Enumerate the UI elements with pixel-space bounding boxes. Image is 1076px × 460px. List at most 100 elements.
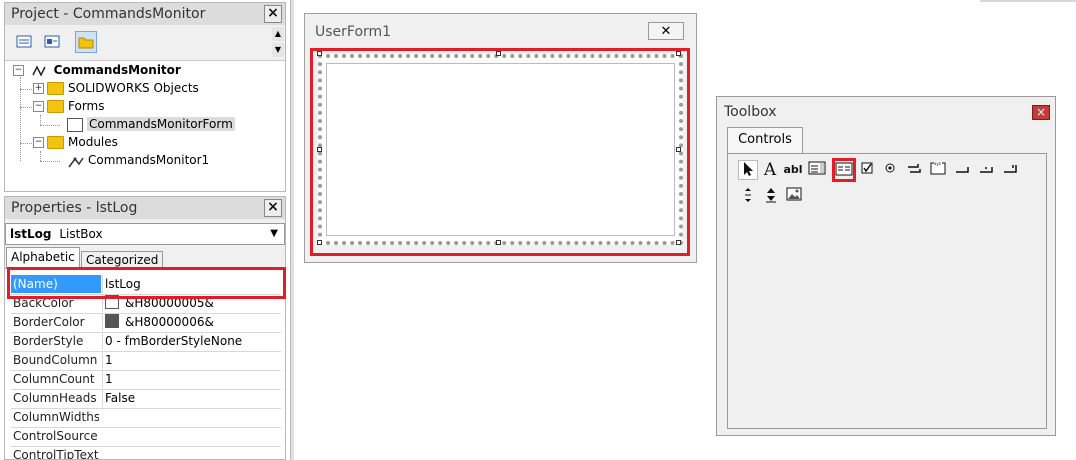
property-value[interactable]: &H80000006& [102, 313, 281, 331]
pointer-tool[interactable] [738, 160, 758, 180]
property-name: ColumnCount [13, 372, 95, 386]
userform-design-surface[interactable] [318, 54, 683, 245]
property-name: ColumnHeads [13, 391, 97, 405]
resize-handle[interactable] [496, 51, 501, 56]
image-tool[interactable] [784, 186, 804, 206]
workspace-edge [980, 0, 1076, 2]
close-icon: ✕ [660, 24, 672, 39]
view-object-icon [44, 35, 60, 48]
frame-tool[interactable]: xyz [928, 160, 948, 180]
property-value[interactable]: 1 [102, 351, 281, 369]
listbox-control[interactable] [326, 63, 675, 236]
scrollbar-tool[interactable] [738, 186, 758, 206]
chevron-down-icon[interactable]: ▼ [270, 224, 278, 244]
svg-text:xyz: xyz [934, 161, 941, 166]
tabstrip-tool[interactable] [976, 160, 996, 180]
userform-icon [67, 117, 83, 132]
tab-alphabetic-label: Alphabetic [11, 250, 75, 264]
scrollbar-icon [745, 188, 751, 202]
property-row-columnheads[interactable]: ColumnHeads False [11, 389, 281, 409]
tree-module-item-label: CommandsMonitor1 [88, 153, 210, 167]
property-name: BorderStyle [13, 334, 84, 348]
tab-controls-label: Controls [738, 132, 792, 147]
collapse-icon[interactable]: − [33, 137, 44, 148]
object-name: lstLog [10, 227, 52, 241]
property-value[interactable]: 1 [102, 370, 281, 388]
expand-icon[interactable]: + [33, 83, 44, 94]
resize-handle[interactable] [317, 147, 322, 152]
property-row-borderstyle[interactable]: BorderStyle 0 - fmBorderStyleNone [11, 332, 281, 352]
tree-root-label: CommandsMonitor [53, 63, 181, 77]
property-row-bordercolor[interactable]: BorderColor &H80000006& [11, 313, 281, 333]
optionbutton-icon [885, 163, 895, 173]
property-row-columnwidths[interactable]: ColumnWidths [11, 408, 281, 428]
property-name: BorderColor [13, 315, 85, 329]
property-value[interactable]: False [102, 389, 281, 407]
tab-controls[interactable]: Controls [727, 127, 803, 153]
view-code-button[interactable] [13, 31, 35, 53]
commandbutton-icon [956, 167, 969, 173]
tree-solidworks-objects[interactable]: + SOLIDWORKS Objects [33, 79, 199, 97]
object-selector[interactable]: lstLog ListBox ▼ [5, 223, 285, 245]
togglebutton-tool[interactable] [904, 160, 924, 180]
listbox-icon [835, 162, 853, 176]
toolbox-title: Toolbox [724, 104, 777, 120]
object-type: ListBox [59, 227, 103, 241]
project-title-text: Project - CommandsMonitor [11, 6, 206, 22]
textbox-tool[interactable]: abl [783, 160, 803, 180]
tree-modules-label: Modules [68, 135, 118, 149]
tree-solidworks-objects-label: SOLIDWORKS Objects [68, 81, 199, 95]
multipage-tool[interactable] [1000, 160, 1020, 180]
commandbutton-tool[interactable] [952, 160, 972, 180]
pane-splitter[interactable] [290, 0, 294, 460]
toggle-folders-button[interactable] [75, 31, 97, 53]
toolbox-controls-page: A abl xyz [727, 153, 1047, 429]
checkbox-tool[interactable] [858, 160, 878, 180]
textbox-icon: abl [783, 163, 803, 176]
tree-modules[interactable]: − Modules [33, 133, 118, 151]
userform-close-button[interactable]: ✕ [648, 22, 684, 40]
optionbutton-tool[interactable] [881, 160, 901, 180]
property-value[interactable]: 0 - fmBorderStyleNone [102, 332, 281, 350]
spinbutton-tool[interactable] [761, 186, 781, 206]
resize-handle[interactable] [496, 240, 501, 245]
tree-root[interactable]: − CommandsMonitor [13, 61, 181, 79]
view-object-button[interactable] [41, 31, 63, 53]
listbox-tool[interactable] [832, 158, 856, 182]
property-row-boundcolumn[interactable]: BoundColumn 1 [11, 351, 281, 371]
property-name: ColumnWidths [13, 410, 99, 424]
resize-handle[interactable] [317, 51, 322, 56]
property-value-text: &H80000006& [125, 315, 214, 329]
collapse-icon[interactable]: − [33, 101, 44, 112]
label-icon: A [763, 160, 777, 180]
resize-handle[interactable] [676, 147, 681, 152]
togglebutton-icon [908, 164, 921, 173]
tree-forms[interactable]: − Forms [33, 97, 104, 115]
resize-handle[interactable] [676, 240, 681, 245]
tree-module-item[interactable]: CommandsMonitor1 [67, 151, 209, 169]
userform-window: UserForm1 ✕ [304, 13, 697, 263]
project-scroll-down[interactable]: ▼ [272, 43, 284, 57]
toggle-folders-icon [78, 37, 94, 49]
combobox-tool[interactable] [807, 160, 827, 180]
property-row-controlsource[interactable]: ControlSource [11, 427, 281, 447]
project-scroll-up[interactable]: ▲ [272, 27, 284, 41]
multipage-icon [1004, 165, 1017, 173]
userform-title: UserForm1 [315, 24, 392, 40]
toolbox-close-button[interactable]: × [1032, 105, 1050, 120]
resize-handle[interactable] [676, 51, 681, 56]
label-tool[interactable]: A [760, 160, 780, 180]
tab-categorized-label: Categorized [86, 253, 159, 267]
tree-form-item-label: CommandsMonitorForm [87, 117, 235, 131]
property-row-controltiptext[interactable]: ControlTipText [11, 446, 281, 459]
module-icon [67, 155, 85, 167]
tree-form-item[interactable]: CommandsMonitorForm [67, 115, 235, 133]
close-icon: × [1035, 105, 1047, 119]
tab-alphabetic[interactable]: Alphabetic [6, 247, 80, 269]
resize-handle[interactable] [317, 240, 322, 245]
project-close-button[interactable]: × [264, 5, 282, 23]
properties-close-button[interactable]: × [264, 199, 282, 217]
property-row-columncount[interactable]: ColumnCount 1 [11, 370, 281, 390]
collapse-icon[interactable]: − [13, 65, 24, 76]
property-name: BoundColumn [13, 353, 98, 367]
